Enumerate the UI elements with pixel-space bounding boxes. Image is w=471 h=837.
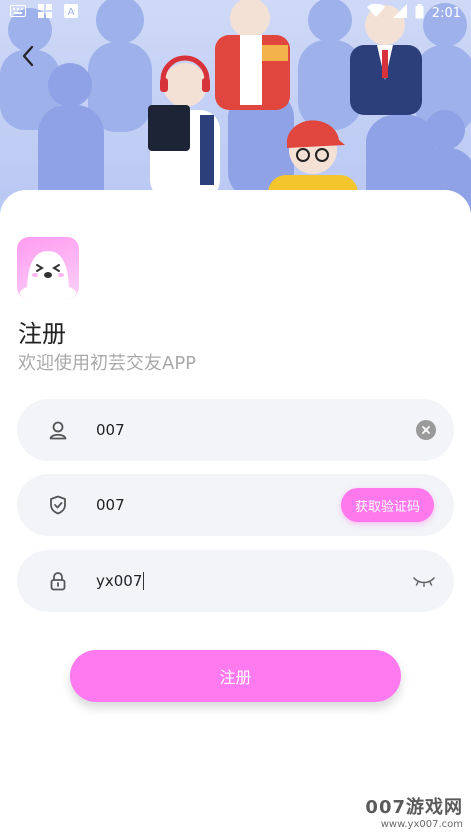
grid-apps-icon — [38, 4, 52, 22]
page-title: 注册 — [18, 320, 66, 348]
font-a-icon: A — [64, 4, 78, 22]
get-code-button[interactable]: 获取验证码 — [340, 488, 434, 522]
text-caret — [143, 572, 145, 591]
watermark-brand: 007游戏网 — [365, 797, 463, 818]
signal-icon — [392, 4, 407, 22]
user-icon — [47, 419, 69, 441]
lock-icon — [47, 570, 69, 592]
battery-icon — [415, 3, 424, 23]
password-value: yx007 — [96, 571, 143, 590]
username-input[interactable]: 007 — [96, 421, 416, 439]
crowd-illustration — [0, 0, 471, 215]
header-illustration — [0, 0, 471, 215]
password-input[interactable]: yx007 — [96, 572, 412, 591]
ghost-face-logo — [20, 251, 76, 299]
back-button[interactable] — [12, 40, 44, 72]
shield-check-icon — [47, 494, 69, 516]
register-button[interactable]: 注册 — [70, 650, 401, 702]
status-bar: A 2:01 — [0, 0, 471, 26]
chevron-left-icon — [22, 45, 34, 67]
wifi-icon — [366, 3, 385, 22]
username-field[interactable]: 007 — [17, 399, 454, 461]
site-watermark: 007游戏网 www.yx007.com — [365, 793, 463, 830]
clear-icon[interactable] — [416, 420, 436, 440]
eye-closed-icon[interactable] — [412, 573, 436, 589]
verification-code-field[interactable]: 007 获取验证码 — [17, 474, 454, 536]
keyboard-icon — [10, 5, 26, 21]
page-subtitle: 欢迎使用初芸交友APP — [18, 353, 197, 374]
app-logo — [17, 237, 79, 299]
verification-code-input[interactable]: 007 — [96, 496, 341, 514]
password-field[interactable]: yx007 — [17, 550, 454, 612]
watermark-url: www.yx007.com — [380, 819, 463, 830]
svg-text:A: A — [68, 7, 75, 18]
status-time: 2:01 — [431, 5, 461, 21]
